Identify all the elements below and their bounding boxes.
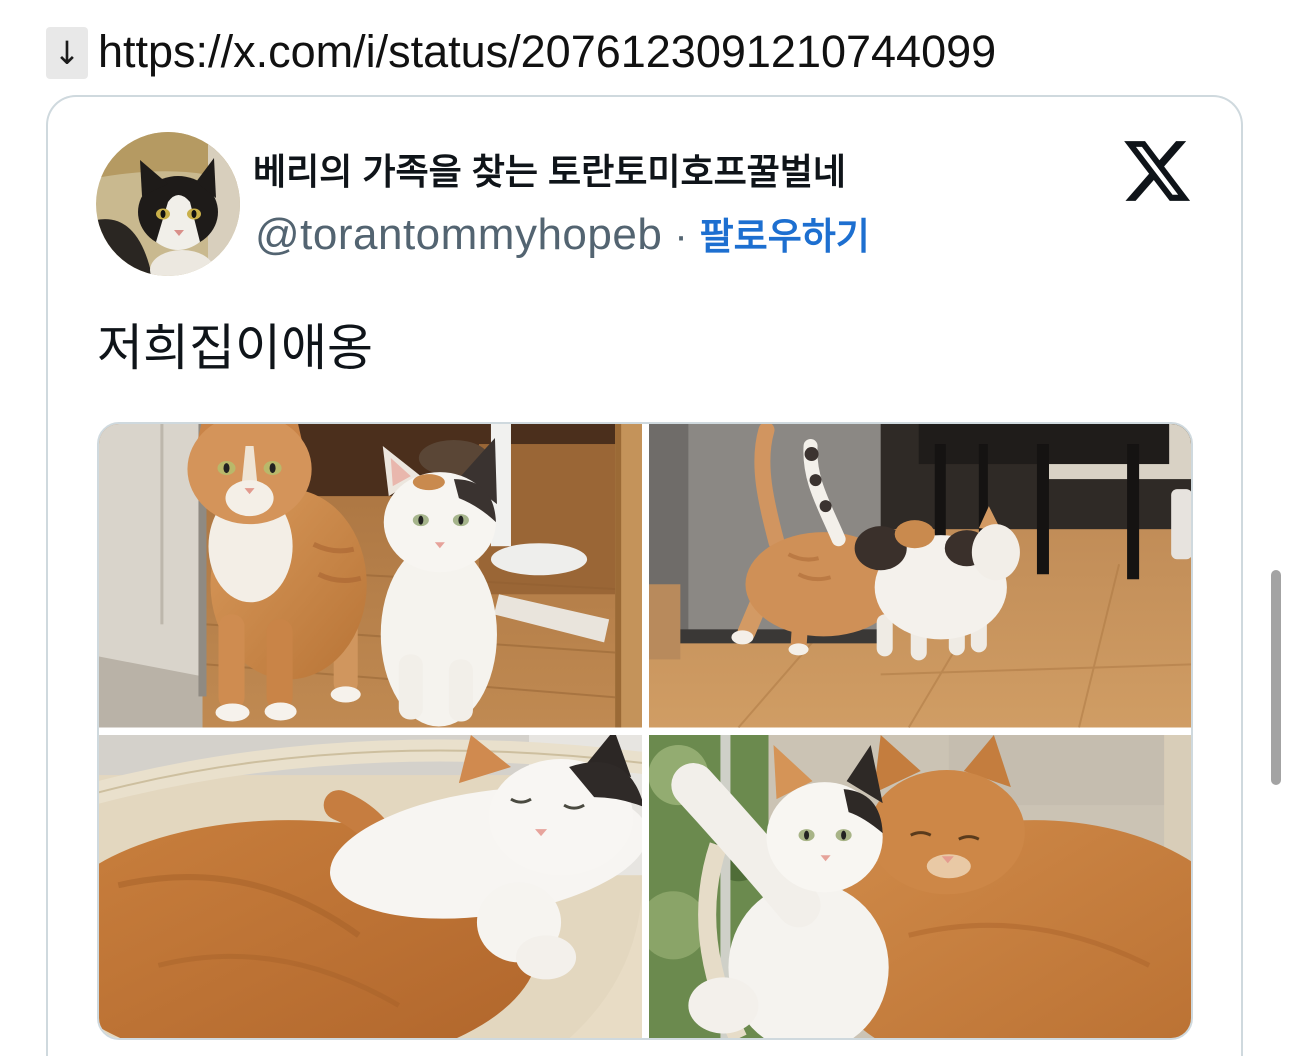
author-avatar[interactable] <box>96 132 240 276</box>
author-display-name[interactable]: 베리의 가족을 찾는 토란토미호프꿀벌네 <box>253 149 846 195</box>
calico-cat <box>380 438 497 727</box>
status-url[interactable]: https://x.com/i/status/20761230912107440… <box>98 24 996 80</box>
photo-3-image <box>99 734 642 1038</box>
x-logo-shape <box>1124 141 1190 201</box>
follow-button[interactable]: 팔로우하기 <box>700 216 870 257</box>
photo-4-image <box>648 734 1191 1038</box>
down-arrow-glyph: ↓ <box>53 34 81 72</box>
handle-row: @torantommyhopeb · 팔로우하기 <box>255 209 870 271</box>
photo-1[interactable] <box>99 424 642 728</box>
author-handle[interactable]: @torantommyhopeb <box>255 210 662 259</box>
photo-2[interactable] <box>648 424 1191 728</box>
down-arrow-icon: ↓ <box>46 27 88 79</box>
media-grid <box>97 422 1193 1040</box>
photo-4[interactable] <box>648 734 1191 1038</box>
avatar-cat-photo <box>96 132 240 276</box>
tweet-card: 베리의 가족을 찾는 토란토미호프꿀벌네 @torantommyhopeb · 팔로… <box>46 95 1243 1056</box>
photo-2-image <box>648 424 1191 728</box>
separator-dot: · <box>674 214 688 258</box>
x-logo-icon[interactable] <box>1124 141 1190 201</box>
photo-1-image <box>99 424 642 728</box>
photo-3[interactable] <box>99 734 642 1038</box>
room-background <box>99 424 642 728</box>
page-scrollbar[interactable] <box>1271 570 1281 785</box>
tweet-text: 저희집이애옹 <box>97 320 373 376</box>
